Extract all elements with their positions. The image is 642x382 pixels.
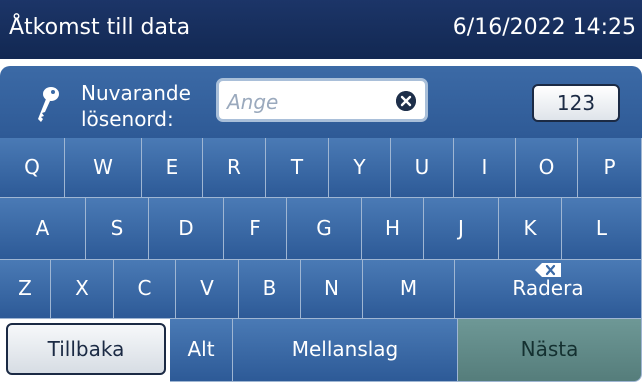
key-d[interactable]: D <box>149 198 224 260</box>
next-button[interactable]: Nästa <box>458 319 642 382</box>
key-y[interactable]: Y <box>329 138 391 198</box>
key-r[interactable]: R <box>203 138 266 198</box>
key-a[interactable]: A <box>0 198 86 260</box>
key-v[interactable]: V <box>176 260 239 319</box>
key-z[interactable]: Z <box>0 260 51 319</box>
clear-icon[interactable] <box>396 91 416 111</box>
key-o[interactable]: O <box>516 138 578 198</box>
datetime: 6/16/2022 14:25 <box>452 15 636 40</box>
key-t[interactable]: T <box>266 138 329 198</box>
password-placeholder: Ange <box>227 90 279 114</box>
title-bar: Åtkomst till data 6/16/2022 14:25 <box>0 0 642 59</box>
delete-label: Radera <box>512 276 584 300</box>
key-c[interactable]: C <box>114 260 176 319</box>
key-f[interactable]: F <box>224 198 287 260</box>
key-icon <box>38 87 59 122</box>
key-h[interactable]: H <box>362 198 424 260</box>
screen: Åtkomst till data 6/16/2022 14:25 Nuvara… <box>0 0 642 382</box>
key-w[interactable]: W <box>65 138 142 198</box>
key-j[interactable]: J <box>424 198 499 260</box>
current-password-label: Nuvarande lösenord: <box>81 80 191 132</box>
backspace-icon <box>535 263 561 277</box>
key-g[interactable]: G <box>287 198 362 260</box>
key-n[interactable]: N <box>301 260 363 319</box>
keyboard: Q W E R T Y U I O P A S D F G H J K L Z … <box>0 138 642 382</box>
key-u[interactable]: U <box>391 138 454 198</box>
delete-button[interactable]: Radera <box>455 260 642 319</box>
key-l[interactable]: L <box>562 198 642 260</box>
key-k[interactable]: K <box>499 198 562 260</box>
back-button[interactable]: Tillbaka <box>6 323 166 375</box>
label-line-2: lösenord: <box>81 107 174 131</box>
key-p[interactable]: P <box>578 138 642 198</box>
key-m[interactable]: M <box>363 260 455 319</box>
key-i[interactable]: I <box>454 138 516 198</box>
password-input[interactable]: Ange <box>216 78 428 122</box>
numeric-mode-button[interactable]: 123 <box>532 84 620 122</box>
key-x[interactable]: X <box>51 260 114 319</box>
label-line-1: Nuvarande <box>81 81 191 105</box>
screen-title: Åtkomst till data <box>9 15 191 40</box>
alt-key[interactable]: Alt <box>170 319 233 382</box>
key-s[interactable]: S <box>86 198 149 260</box>
key-e[interactable]: E <box>142 138 203 198</box>
space-key[interactable]: Mellanslag <box>233 319 458 382</box>
key-q[interactable]: Q <box>0 138 65 198</box>
key-b[interactable]: B <box>239 260 301 319</box>
